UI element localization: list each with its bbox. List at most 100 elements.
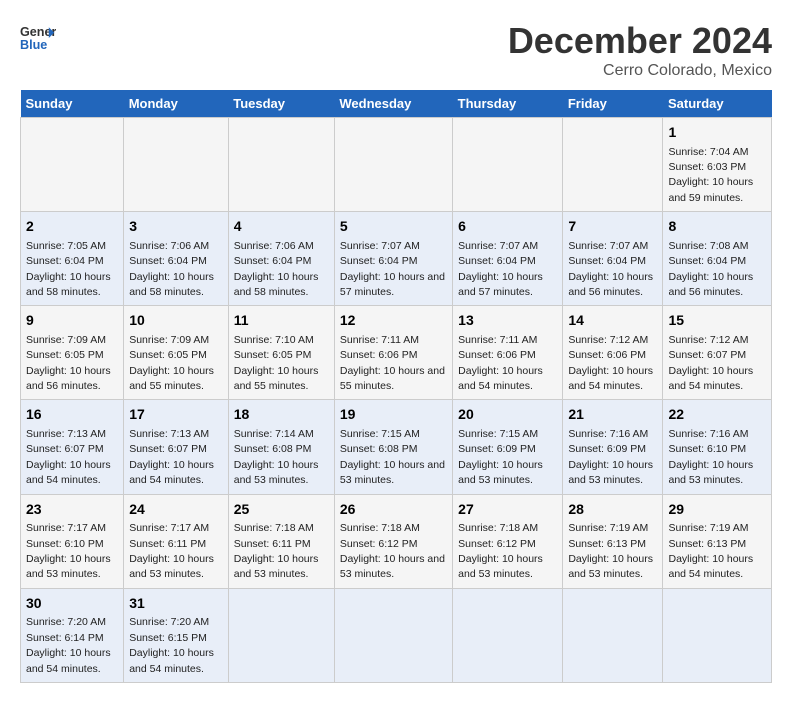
calendar-cell: 8Sunrise: 7:08 AMSunset: 6:04 PMDaylight…: [663, 212, 772, 306]
col-thursday: Thursday: [453, 90, 563, 118]
calendar-week-row: 9 Sunrise: 7:09 AM Sunset: 6:05 PM Daylight…: [21, 306, 772, 400]
sunset: Sunset: 6:12 PM: [340, 538, 418, 550]
daylight: Daylight: 10 hours and 57 minutes.: [458, 271, 543, 298]
sunrise: Sunrise: 7:15 AM: [458, 428, 538, 440]
sunrise: Sunrise: 7:10 AM: [234, 334, 314, 346]
daylight: Daylight: 10 hours and 54 minutes.: [668, 365, 753, 392]
calendar-table: Sunday Monday Tuesday Wednesday Thursday…: [20, 90, 772, 683]
sunset: Sunset: 6:06 PM: [568, 349, 646, 361]
daylight: Daylight: 10 hours and 54 minutes.: [458, 365, 543, 392]
day-number: 4: [234, 217, 329, 237]
sunset: Sunset: 6:09 PM: [568, 443, 646, 455]
sunset: Sunset: 6:07 PM: [26, 443, 104, 455]
sunrise: Sunrise: 7:19 AM: [668, 522, 748, 534]
calendar-week-row: 16 Sunrise: 7:13 AM Sunset: 6:07 PM Dayligh…: [21, 400, 772, 494]
calendar-cell: 11Sunrise: 7:10 AMSunset: 6:05 PMDayligh…: [228, 306, 334, 400]
calendar-cell: 3Sunrise: 7:06 AMSunset: 6:04 PMDaylight…: [124, 212, 229, 306]
sunset: Sunset: 6:08 PM: [340, 443, 418, 455]
calendar-cell: [124, 118, 229, 212]
calendar-cell: [228, 588, 334, 682]
sunset: Sunset: 6:13 PM: [668, 538, 746, 550]
calendar-cell: 18Sunrise: 7:14 AMSunset: 6:08 PMDayligh…: [228, 400, 334, 494]
calendar-cell: 26Sunrise: 7:18 AMSunset: 6:12 PMDayligh…: [334, 494, 452, 588]
calendar-cell: 14Sunrise: 7:12 AMSunset: 6:06 PMDayligh…: [563, 306, 663, 400]
day-number: 14: [568, 311, 657, 331]
daylight: Daylight: 10 hours and 55 minutes.: [340, 365, 445, 392]
day-number: 13: [458, 311, 557, 331]
sunrise: Sunrise: 7:11 AM: [458, 334, 537, 346]
page-header: General Blue December 2024 Cerro Colorad…: [20, 20, 772, 80]
day-number: 9: [26, 311, 118, 331]
daylight: Daylight: 10 hours and 53 minutes.: [26, 553, 111, 580]
day-number: 24: [129, 500, 223, 520]
day-number: 21: [568, 405, 657, 425]
daylight: Daylight: 10 hours and 55 minutes.: [129, 365, 214, 392]
daylight: Daylight: 10 hours and 53 minutes.: [458, 553, 543, 580]
main-title: December 2024: [508, 20, 772, 62]
sunrise: Sunrise: 7:13 AM: [129, 428, 209, 440]
sunrise: Sunrise: 7:16 AM: [568, 428, 648, 440]
day-number: 29: [668, 500, 766, 520]
page-wrapper: General Blue December 2024 Cerro Colorad…: [20, 20, 772, 683]
calendar-cell: 17Sunrise: 7:13 AMSunset: 6:07 PMDayligh…: [124, 400, 229, 494]
calendar-week-row: 2Sunrise: 7:05 AMSunset: 6:04 PMDaylight…: [21, 212, 772, 306]
day-number: 22: [668, 405, 766, 425]
day-number: 12: [340, 311, 447, 331]
sunrise: Sunrise: 7:13 AM: [26, 428, 106, 440]
sunset: Sunset: 6:04 PM: [234, 255, 312, 267]
title-block: December 2024 Cerro Colorado, Mexico: [508, 20, 772, 80]
calendar-cell: 21Sunrise: 7:16 AMSunset: 6:09 PMDayligh…: [563, 400, 663, 494]
sunset: Sunset: 6:04 PM: [129, 255, 207, 267]
sunset: Sunset: 6:15 PM: [129, 632, 207, 644]
sunset: Sunset: 6:11 PM: [234, 538, 311, 550]
sunset: Sunset: 6:07 PM: [129, 443, 207, 455]
daylight: Daylight: 10 hours and 57 minutes.: [340, 271, 445, 298]
sunrise: Sunrise: 7:09 AM: [129, 334, 209, 346]
calendar-cell: [228, 118, 334, 212]
daylight: Daylight: 10 hours and 53 minutes.: [234, 553, 319, 580]
sunrise: Sunrise: 7:15 AM: [340, 428, 420, 440]
sunset: Sunset: 6:05 PM: [234, 349, 312, 361]
day-number: 8: [668, 217, 766, 237]
col-wednesday: Wednesday: [334, 90, 452, 118]
sunrise: Sunrise: 7:18 AM: [234, 522, 314, 534]
sunset: Sunset: 6:04 PM: [26, 255, 104, 267]
calendar-cell: 27Sunrise: 7:18 AMSunset: 6:12 PMDayligh…: [453, 494, 563, 588]
calendar-cell: [563, 588, 663, 682]
subtitle: Cerro Colorado, Mexico: [508, 62, 772, 80]
sunrise: Sunrise: 7:07 AM: [458, 240, 538, 252]
calendar-cell: 30Sunrise: 7:20 AMSunset: 6:14 PMDayligh…: [21, 588, 124, 682]
daylight: Daylight: 10 hours and 58 minutes.: [129, 271, 214, 298]
calendar-week-row: 30Sunrise: 7:20 AMSunset: 6:14 PMDayligh…: [21, 588, 772, 682]
calendar-cell: 5Sunrise: 7:07 AMSunset: 6:04 PMDaylight…: [334, 212, 452, 306]
sunrise: Sunrise: 7:20 AM: [26, 616, 106, 628]
calendar-cell: 10Sunrise: 7:09 AMSunset: 6:05 PMDayligh…: [124, 306, 229, 400]
daylight: Daylight: 10 hours and 53 minutes.: [458, 459, 543, 486]
col-saturday: Saturday: [663, 90, 772, 118]
svg-text:Blue: Blue: [20, 38, 47, 52]
calendar-cell: 9Sunrise: 7:09 AMSunset: 6:05 PMDaylight…: [21, 306, 124, 400]
day-number: 10: [129, 311, 223, 331]
sunset: Sunset: 6:13 PM: [568, 538, 646, 550]
daylight: Daylight: 10 hours and 54 minutes.: [129, 459, 214, 486]
calendar-cell: 25Sunrise: 7:18 AMSunset: 6:11 PMDayligh…: [228, 494, 334, 588]
calendar-cell: 24Sunrise: 7:17 AMSunset: 6:11 PMDayligh…: [124, 494, 229, 588]
daylight: Daylight: 10 hours and 58 minutes.: [26, 271, 111, 298]
sunset: Sunset: 6:08 PM: [234, 443, 312, 455]
day-number: 15: [668, 311, 766, 331]
calendar-cell: [334, 118, 452, 212]
day-number: 16: [26, 405, 118, 425]
sunrise: Sunrise: 7:14 AM: [234, 428, 314, 440]
calendar-cell: 1Sunrise: 7:04 AMSunset: 6:03 PMDaylight…: [663, 118, 772, 212]
daylight: Daylight: 10 hours and 56 minutes.: [568, 271, 653, 298]
sunrise: Sunrise: 7:18 AM: [458, 522, 538, 534]
calendar-cell: [334, 588, 452, 682]
day-number: 19: [340, 405, 447, 425]
day-number: 7: [568, 217, 657, 237]
calendar-cell: 16Sunrise: 7:13 AMSunset: 6:07 PMDayligh…: [21, 400, 124, 494]
daylight: Daylight: 10 hours and 56 minutes.: [26, 365, 111, 392]
day-number: 20: [458, 405, 557, 425]
daylight: Daylight: 10 hours and 54 minutes.: [568, 365, 653, 392]
day-number: 31: [129, 594, 223, 614]
sunset: Sunset: 6:10 PM: [668, 443, 746, 455]
